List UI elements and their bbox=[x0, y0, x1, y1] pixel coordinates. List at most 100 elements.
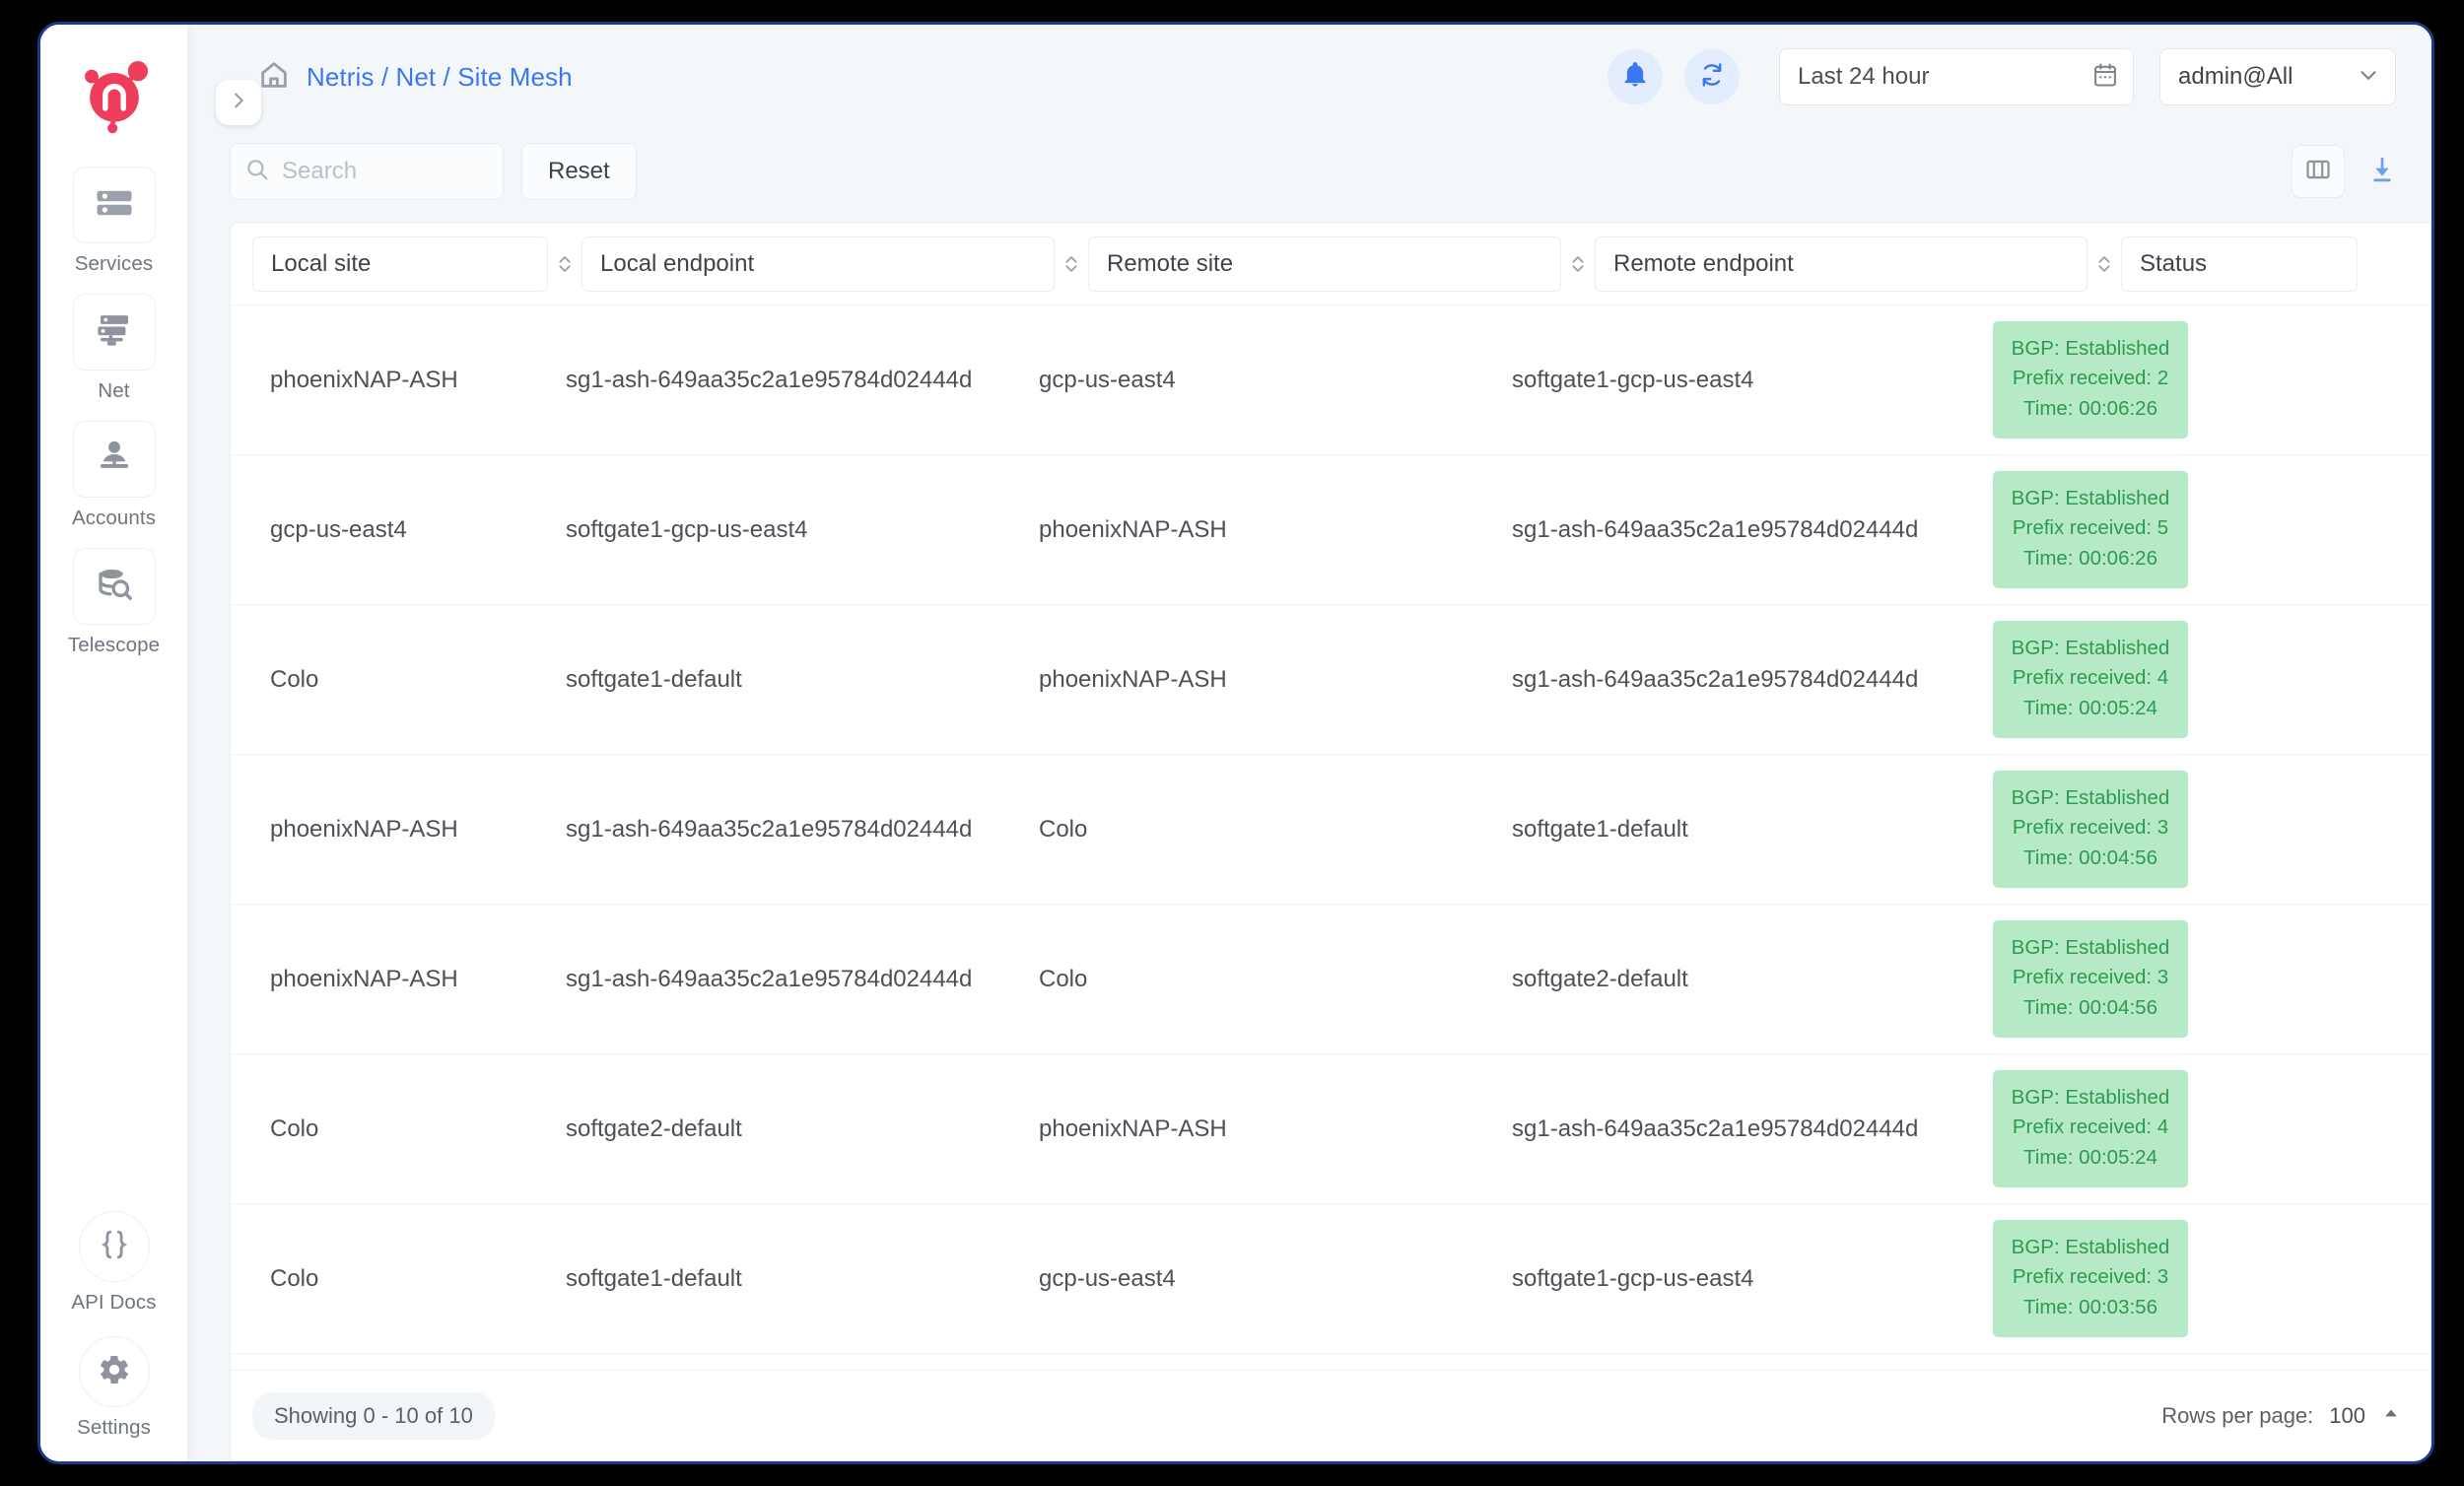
table-row[interactable]: Colosoftgate1-defaultphoenixNAP-ASHsg1-a… bbox=[231, 605, 2430, 755]
columns-layout-button[interactable] bbox=[2292, 145, 2345, 198]
database-search-icon bbox=[94, 564, 135, 610]
table-cell-remote-site: phoenixNAP-ASH bbox=[1021, 516, 1494, 544]
user-account-icon bbox=[94, 437, 135, 483]
status-prefix: Prefix received: 2 bbox=[2009, 364, 2172, 393]
column-filter-remote-site[interactable]: Remote site bbox=[1088, 236, 1561, 292]
table-row[interactable]: Colosoftgate2-defaultphoenixNAP-ASHsg1-a… bbox=[231, 1054, 2430, 1204]
status-badge: BGP: EstablishedPrefix received: 4Time: … bbox=[1993, 1070, 2188, 1187]
table-cell-remote-site: Colo bbox=[1021, 966, 1494, 993]
table-cell-status: BGP: EstablishedPrefix received: 5Time: … bbox=[1987, 471, 2188, 588]
table-cell-local-endpoint: softgate1-gcp-us-east4 bbox=[548, 516, 1021, 544]
time-range-picker[interactable]: Last 24 hour bbox=[1779, 48, 2134, 105]
columns-layout-icon bbox=[2304, 156, 2332, 188]
search-field[interactable] bbox=[230, 143, 504, 200]
sort-updown-icon[interactable] bbox=[548, 250, 582, 278]
reset-button[interactable]: Reset bbox=[521, 143, 637, 200]
calendar-icon bbox=[2091, 61, 2119, 94]
sidebar-item-accounts[interactable]: Accounts bbox=[59, 421, 170, 530]
sidebar-item-label: Telescope bbox=[68, 634, 160, 657]
status-time: Time: 00:05:24 bbox=[2009, 1143, 2172, 1173]
sidebar-item-settings[interactable]: Settings bbox=[59, 1336, 170, 1440]
status-badge: BGP: EstablishedPrefix received: 3Time: … bbox=[1993, 771, 2188, 888]
status-badge: BGP: EstablishedPrefix received: 2Time: … bbox=[1993, 321, 2188, 439]
table-cell-remote-site: phoenixNAP-ASH bbox=[1021, 1115, 1494, 1143]
table-cell-local-site: phoenixNAP-ASH bbox=[252, 966, 548, 993]
status-bgp: BGP: Established bbox=[2009, 484, 2172, 513]
sidebar-item-services[interactable]: Services bbox=[59, 167, 170, 276]
table-cell-remote-endpoint: softgate1-default bbox=[1494, 816, 1987, 844]
rows-per-page-selector[interactable]: Rows per page: 100 bbox=[2161, 1403, 2401, 1429]
status-time: Time: 00:05:24 bbox=[2009, 694, 2172, 723]
chevron-down-icon bbox=[2356, 62, 2381, 93]
table-cell-local-endpoint: softgate1-default bbox=[548, 1265, 1021, 1293]
download-button[interactable] bbox=[2366, 154, 2398, 190]
table-row[interactable]: phoenixNAP-ASHsg1-ash-649aa35c2a1e95784d… bbox=[231, 755, 2430, 905]
table-cell-local-site: Colo bbox=[252, 1115, 548, 1143]
server-stack-icon bbox=[94, 182, 135, 229]
sidebar-item-box bbox=[73, 167, 156, 243]
search-input[interactable] bbox=[282, 158, 489, 185]
column-filter-status[interactable]: Status bbox=[2121, 236, 2358, 292]
notifications-button[interactable] bbox=[1608, 49, 1663, 104]
table-cell-local-site: phoenixNAP-ASH bbox=[252, 367, 548, 394]
table-row[interactable]: gcp-us-east4softgate1-gcp-us-east4phoeni… bbox=[231, 455, 2430, 605]
rows-per-page-label: Rows per page: bbox=[2161, 1403, 2313, 1429]
table-row[interactable]: Colosoftgate1-defaultgcp-us-east4softgat… bbox=[231, 1204, 2430, 1354]
status-bgp: BGP: Established bbox=[2009, 783, 2172, 813]
status-time: Time: 00:04:56 bbox=[2009, 993, 2172, 1023]
table-column-remote-endpoint: Remote endpoint bbox=[1595, 236, 2121, 292]
breadcrumb-text[interactable]: Netris / Net / Site Mesh bbox=[307, 62, 573, 93]
sort-updown-icon[interactable] bbox=[1561, 250, 1595, 278]
gear-icon bbox=[98, 1353, 131, 1391]
table-body: phoenixNAP-ASHsg1-ash-649aa35c2a1e95784d… bbox=[231, 305, 2430, 1370]
sidebar-item-label: API Docs bbox=[71, 1291, 156, 1315]
time-range-value: Last 24 hour bbox=[1798, 63, 2091, 91]
table-footer: Showing 0 - 10 of 10 Rows per page: 100 bbox=[231, 1370, 2430, 1460]
sidebar-item-label: Net bbox=[98, 379, 129, 403]
table-cell-local-site: phoenixNAP-ASH bbox=[252, 816, 548, 844]
table-cell-local-site: Colo bbox=[252, 1265, 548, 1293]
netris-logo[interactable] bbox=[69, 50, 160, 141]
sidebar-item-label: Accounts bbox=[72, 507, 156, 530]
table-row[interactable]: phoenixNAP-ASHsg1-ash-649aa35c2a1e95784d… bbox=[231, 905, 2430, 1054]
account-selector[interactable]: admin@All bbox=[2159, 48, 2396, 105]
status-time: Time: 00:06:26 bbox=[2009, 544, 2172, 574]
table-cell-local-site: gcp-us-east4 bbox=[252, 516, 548, 544]
table-cell-remote-endpoint: softgate1-gcp-us-east4 bbox=[1494, 1265, 1987, 1293]
column-filter-local-endpoint[interactable]: Local endpoint bbox=[582, 236, 1055, 292]
bell-icon bbox=[1621, 61, 1649, 94]
table-cell-status: BGP: EstablishedPrefix received: 3Time: … bbox=[1987, 771, 2188, 888]
home-icon[interactable] bbox=[257, 58, 291, 97]
table-toolbar: Reset bbox=[188, 129, 2431, 214]
sort-updown-icon[interactable] bbox=[1055, 250, 1088, 278]
status-prefix: Prefix received: 4 bbox=[2009, 663, 2172, 693]
top-header: Netris / Net / Site Mesh bbox=[188, 25, 2431, 129]
status-prefix: Prefix received: 5 bbox=[2009, 513, 2172, 543]
table-cell-remote-endpoint: sg1-ash-649aa35c2a1e95784d02444d bbox=[1494, 1115, 1987, 1143]
sort-updown-icon[interactable] bbox=[2088, 250, 2121, 278]
status-time: Time: 00:03:56 bbox=[2009, 1293, 2172, 1322]
app-window: Services Net bbox=[37, 22, 2434, 1464]
column-filter-local-site[interactable]: Local site bbox=[252, 236, 548, 292]
table-cell-remote-site: Colo bbox=[1021, 816, 1494, 844]
table-cell-remote-site: gcp-us-east4 bbox=[1021, 1265, 1494, 1293]
table-cell-status: BGP: EstablishedPrefix received: 4Time: … bbox=[1987, 1070, 2188, 1187]
table-column-local-site: Local site bbox=[252, 236, 582, 292]
status-badge: BGP: EstablishedPrefix received: 4Time: … bbox=[1993, 621, 2188, 738]
breadcrumb: Netris / Net / Site Mesh bbox=[257, 58, 573, 97]
sidebar-item-api-docs[interactable]: API Docs bbox=[59, 1211, 170, 1315]
table-cell-local-endpoint: softgate2-default bbox=[548, 1115, 1021, 1143]
sidebar-item-net[interactable]: Net bbox=[59, 294, 170, 403]
sidebar-collapse-toggle[interactable] bbox=[216, 80, 261, 125]
account-value: admin@All bbox=[2178, 63, 2356, 91]
refresh-button[interactable] bbox=[1684, 49, 1740, 104]
table-row[interactable]: phoenixNAP-ASHsg1-ash-649aa35c2a1e95784d… bbox=[231, 305, 2430, 455]
column-filter-remote-endpoint[interactable]: Remote endpoint bbox=[1595, 236, 2088, 292]
status-prefix: Prefix received: 3 bbox=[2009, 963, 2172, 992]
sidebar-item-telescope[interactable]: Telescope bbox=[59, 548, 170, 657]
search-icon bbox=[244, 157, 270, 187]
table-cell-remote-site: phoenixNAP-ASH bbox=[1021, 666, 1494, 694]
table-cell-status: BGP: EstablishedPrefix received: 4Time: … bbox=[1987, 621, 2188, 738]
curly-braces-icon bbox=[98, 1228, 131, 1266]
table-column-remote-site: Remote site bbox=[1088, 236, 1595, 292]
